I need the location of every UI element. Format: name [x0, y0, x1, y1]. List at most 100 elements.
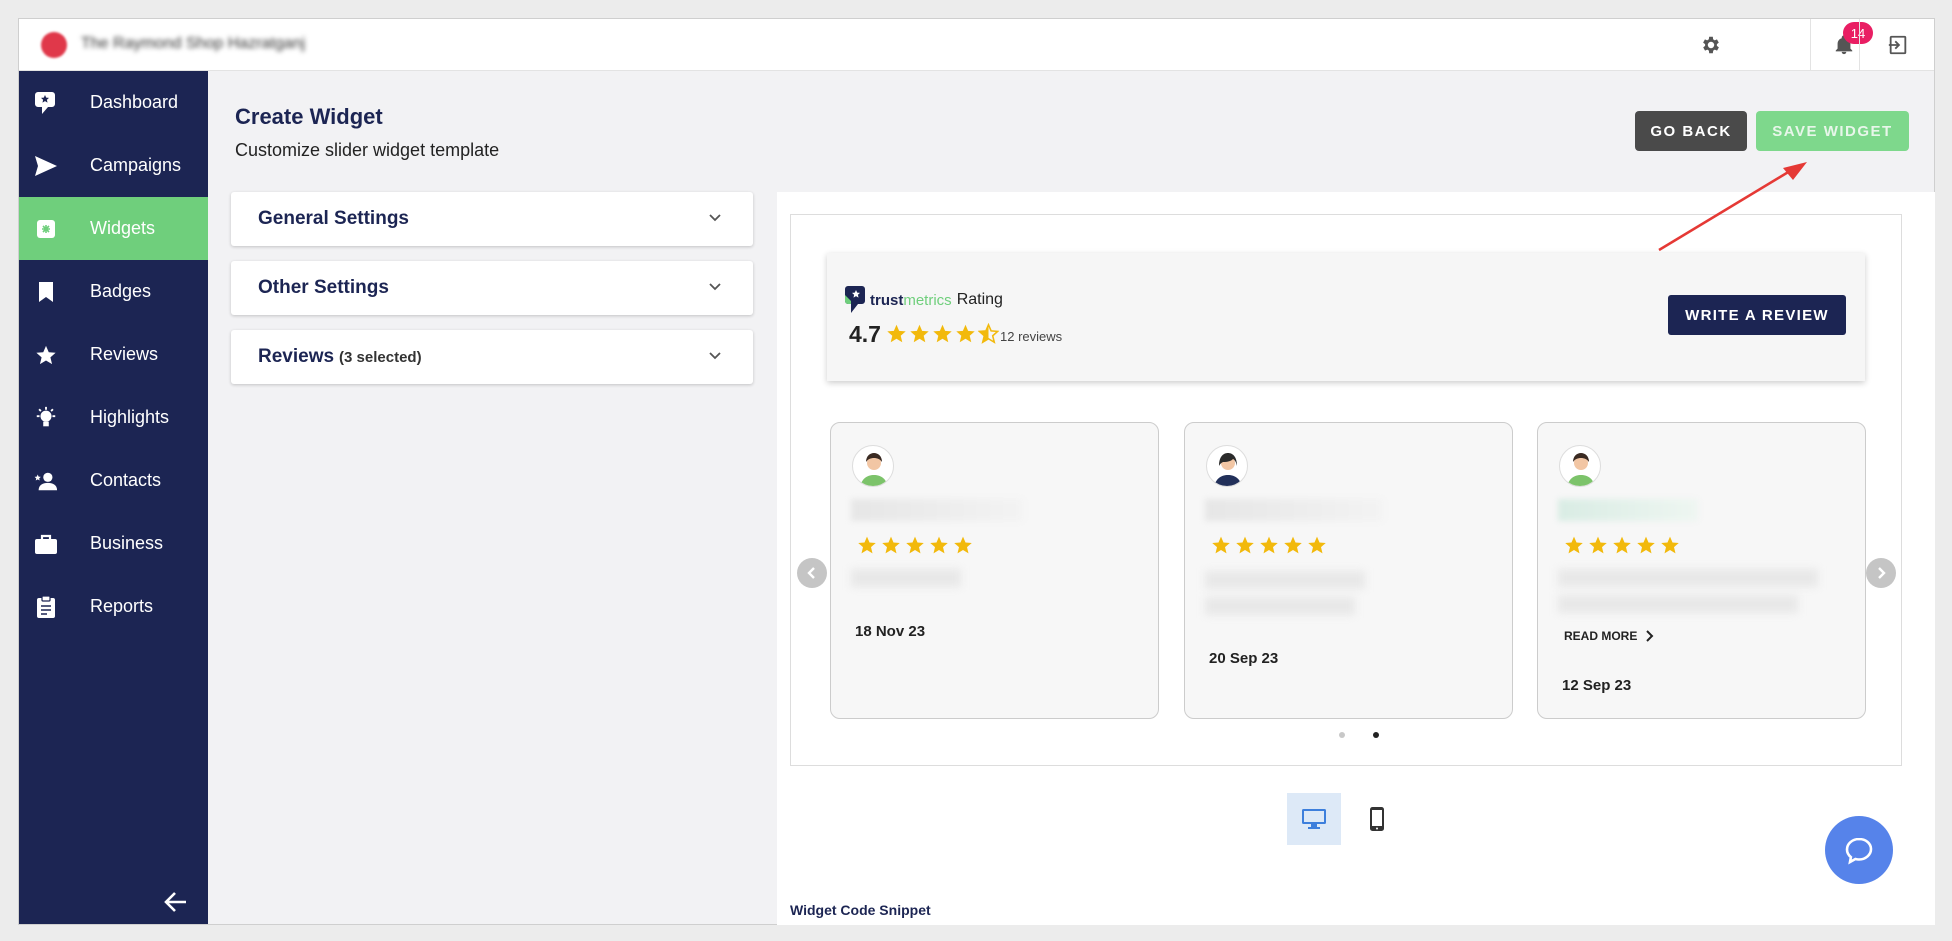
accordion-label: General Settings [258, 208, 409, 229]
star-icon [882, 536, 900, 554]
slider-next-button[interactable] [1866, 558, 1896, 588]
chat-bubble-icon [1845, 837, 1873, 865]
star-icon [954, 536, 972, 554]
review-date: 20 Sep 23 [1209, 650, 1279, 667]
brand-name: The Raymond Shop Hazratganj [81, 35, 306, 52]
reviewer-name [1558, 499, 1698, 521]
review-text [851, 569, 961, 587]
sidebar-item-contacts[interactable]: Contacts [19, 449, 208, 512]
sidebar-item-label: Contacts [90, 470, 162, 490]
reviews-accordion[interactable]: Reviews (3 selected) [231, 330, 753, 384]
help-chat-button[interactable] [1825, 816, 1893, 884]
sidebar-item-reports[interactable]: Reports [19, 575, 208, 638]
desktop-view-button[interactable] [1287, 793, 1341, 845]
review-text [1205, 597, 1355, 615]
chevron-down-icon [709, 214, 721, 222]
sidebar: Dashboard Campaigns Widgets Badges Revie… [19, 71, 208, 924]
save-widget-button[interactable]: SAVE WIDGET [1756, 111, 1909, 151]
sidebar-item-label: Dashboard [90, 92, 179, 112]
read-more-label: READ MORE [1564, 629, 1638, 643]
brand-logo [41, 32, 67, 58]
sidebar-item-reviews[interactable]: Reviews [19, 323, 208, 386]
star-icon [1236, 536, 1254, 554]
sidebar-item-label: Business [90, 533, 164, 553]
sidebar-item-highlights[interactable]: Highlights [19, 386, 208, 449]
page-title: Create Widget [235, 104, 383, 129]
star-icon [1661, 536, 1679, 554]
sidebar-item-label: Campaigns [90, 155, 182, 175]
sidebar-item-business[interactable]: Business [19, 512, 208, 575]
review-card: 18 Nov 23 [830, 422, 1159, 719]
gear-icon [1703, 36, 1719, 54]
star-icon [910, 324, 929, 343]
bookmark-icon [34, 280, 58, 304]
arrow-left-icon [164, 892, 186, 912]
page-subtitle: Customize slider widget template [235, 140, 500, 160]
review-text [1205, 571, 1365, 589]
rating-label: Rating [956, 291, 1003, 308]
brand-word-metrics: metrics [903, 291, 952, 309]
sidebar-item-label: Badges [90, 281, 152, 301]
desktop-icon [1302, 809, 1326, 829]
sidebar-item-campaigns[interactable]: Campaigns [19, 134, 208, 197]
accordion-label: Other Settings [258, 277, 389, 298]
review-stars [857, 535, 973, 555]
trustmetrics-brand: trust metrics Rating [845, 285, 1003, 315]
annotation-arrow [1658, 162, 1807, 252]
lightbulb-icon [34, 406, 58, 430]
sidebar-item-widgets[interactable]: Widgets [19, 197, 208, 260]
widget-code-snippet-label: Widget Code Snippet [790, 902, 931, 918]
logout-button[interactable] [1859, 19, 1934, 71]
star-icon [1637, 536, 1655, 554]
avatar [852, 445, 894, 487]
sidebar-item-label: Reports [90, 596, 154, 616]
review-date: 18 Nov 23 [855, 623, 926, 640]
read-more-link[interactable]: READ MORE [1564, 629, 1655, 643]
trustmetrics-logo-icon [34, 91, 58, 115]
review-text [1558, 569, 1818, 587]
other-settings-accordion[interactable]: Other Settings [231, 261, 753, 315]
sidebar-item-label: Highlights [90, 407, 170, 427]
review-stars [1564, 535, 1680, 555]
star-icon [933, 324, 952, 343]
top-bar: The Raymond Shop Hazratganj 14 [19, 19, 1934, 71]
review-text [1558, 595, 1798, 613]
send-icon [34, 154, 58, 178]
reviewer-name [1205, 499, 1383, 521]
slider-prev-button[interactable] [797, 558, 827, 588]
chevron-down-icon [709, 283, 721, 291]
go-back-button[interactable]: GO BACK [1635, 111, 1747, 151]
average-rating: 4.7 [849, 321, 881, 347]
collapse-sidebar-button[interactable] [164, 891, 188, 918]
star-icon [906, 536, 924, 554]
star-icon [1212, 536, 1230, 554]
star-icon [858, 536, 876, 554]
briefcase-icon [34, 532, 58, 556]
write-review-button[interactable]: WRITE A REVIEW [1668, 295, 1846, 335]
review-card: 20 Sep 23 [1184, 422, 1513, 719]
review-stars [1211, 535, 1327, 555]
star-icon [1589, 536, 1607, 554]
avatar [1559, 445, 1601, 487]
sidebar-item-badges[interactable]: Badges [19, 260, 208, 323]
star-icon [34, 343, 58, 367]
reviewer-name [851, 499, 1023, 521]
sidebar-item-dashboard[interactable]: Dashboard [19, 71, 208, 134]
star-icon [1613, 536, 1631, 554]
brand-word-trust: trust [870, 291, 904, 309]
accordion-label: Reviews [258, 346, 335, 367]
chevron-left-icon [807, 567, 815, 579]
star-icon [887, 324, 906, 343]
half-star-icon [978, 323, 999, 344]
star-icon [930, 536, 948, 554]
avatar [1206, 445, 1248, 487]
general-settings-accordion[interactable]: General Settings [231, 192, 753, 246]
reviews-selected-count: (3 selected) [339, 348, 422, 366]
slider-dot-2[interactable] [1373, 732, 1379, 738]
settings-button[interactable] [1678, 19, 1744, 71]
contacts-icon [34, 469, 58, 493]
mobile-icon [1370, 807, 1384, 831]
mobile-view-button[interactable] [1350, 793, 1404, 845]
sidebar-item-label: Widgets [90, 218, 156, 238]
slider-dot-1[interactable] [1339, 732, 1345, 738]
